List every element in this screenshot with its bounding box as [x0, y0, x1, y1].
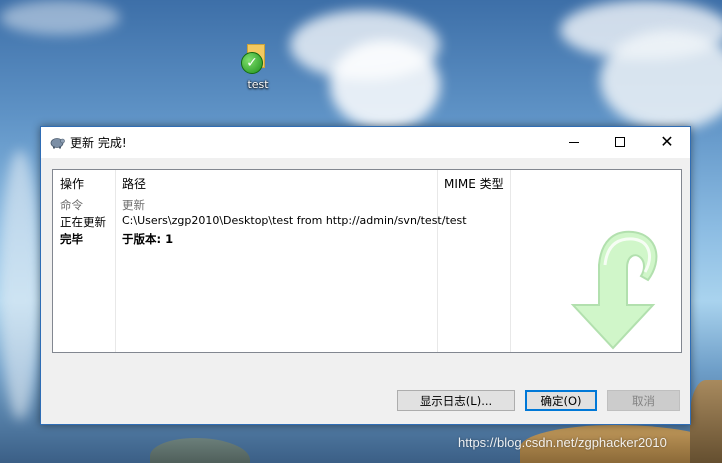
- minimize-icon: [569, 141, 579, 143]
- dialog-title: 更新 完成!: [70, 136, 127, 150]
- row-action: 命令: [60, 198, 83, 212]
- show-log-button[interactable]: 显示日志(L)...: [397, 390, 515, 411]
- column-header-action[interactable]: 操作: [60, 175, 84, 192]
- cloud: [0, 150, 40, 420]
- blog-watermark: https://blog.csdn.net/zgphacker2010: [458, 435, 667, 450]
- update-results-list[interactable]: 操作 路径 MIME 类型 命令 更新 正在更新 C:\Users\zgp201…: [52, 169, 682, 353]
- column-header-path[interactable]: 路径: [122, 175, 146, 192]
- tortoisesvn-icon: [50, 138, 65, 149]
- row-path: 更新: [122, 198, 145, 212]
- ok-button[interactable]: 确定(O): [525, 390, 597, 411]
- maximize-button[interactable]: [597, 127, 643, 157]
- column-header-mime[interactable]: MIME 类型: [444, 175, 504, 192]
- cloud: [600, 30, 722, 130]
- update-finished-dialog: 更新 完成! ✕ 操作 路径 MIME 类型 命令 更新 正在更新 C:\Use…: [40, 126, 691, 425]
- cancel-button[interactable]: 取消: [607, 390, 680, 411]
- column-divider: [115, 170, 116, 352]
- row-path: C:\Users\zgp2010\Desktop\test from http:…: [122, 214, 467, 227]
- rock-formation: [690, 380, 722, 463]
- cloud: [330, 40, 440, 130]
- update-arrow-watermark-icon: [570, 230, 658, 350]
- green-check-overlay-icon: ✓: [241, 52, 263, 74]
- close-icon: ✕: [660, 132, 674, 151]
- maximize-icon: [615, 137, 625, 147]
- column-divider: [437, 170, 438, 352]
- close-button[interactable]: ✕: [644, 127, 690, 157]
- rock-formation: [150, 438, 250, 463]
- minimize-button[interactable]: [551, 127, 597, 157]
- title-bar[interactable]: 更新 完成! ✕: [41, 127, 690, 158]
- desktop-icon-label: test: [247, 78, 269, 91]
- column-divider: [510, 170, 511, 352]
- row-path: 于版本: 1: [122, 232, 174, 246]
- cloud: [0, 0, 120, 35]
- row-action: 正在更新: [60, 215, 106, 229]
- desktop-icon-test[interactable]: ✓ test: [232, 42, 284, 96]
- row-action: 完毕: [60, 232, 83, 246]
